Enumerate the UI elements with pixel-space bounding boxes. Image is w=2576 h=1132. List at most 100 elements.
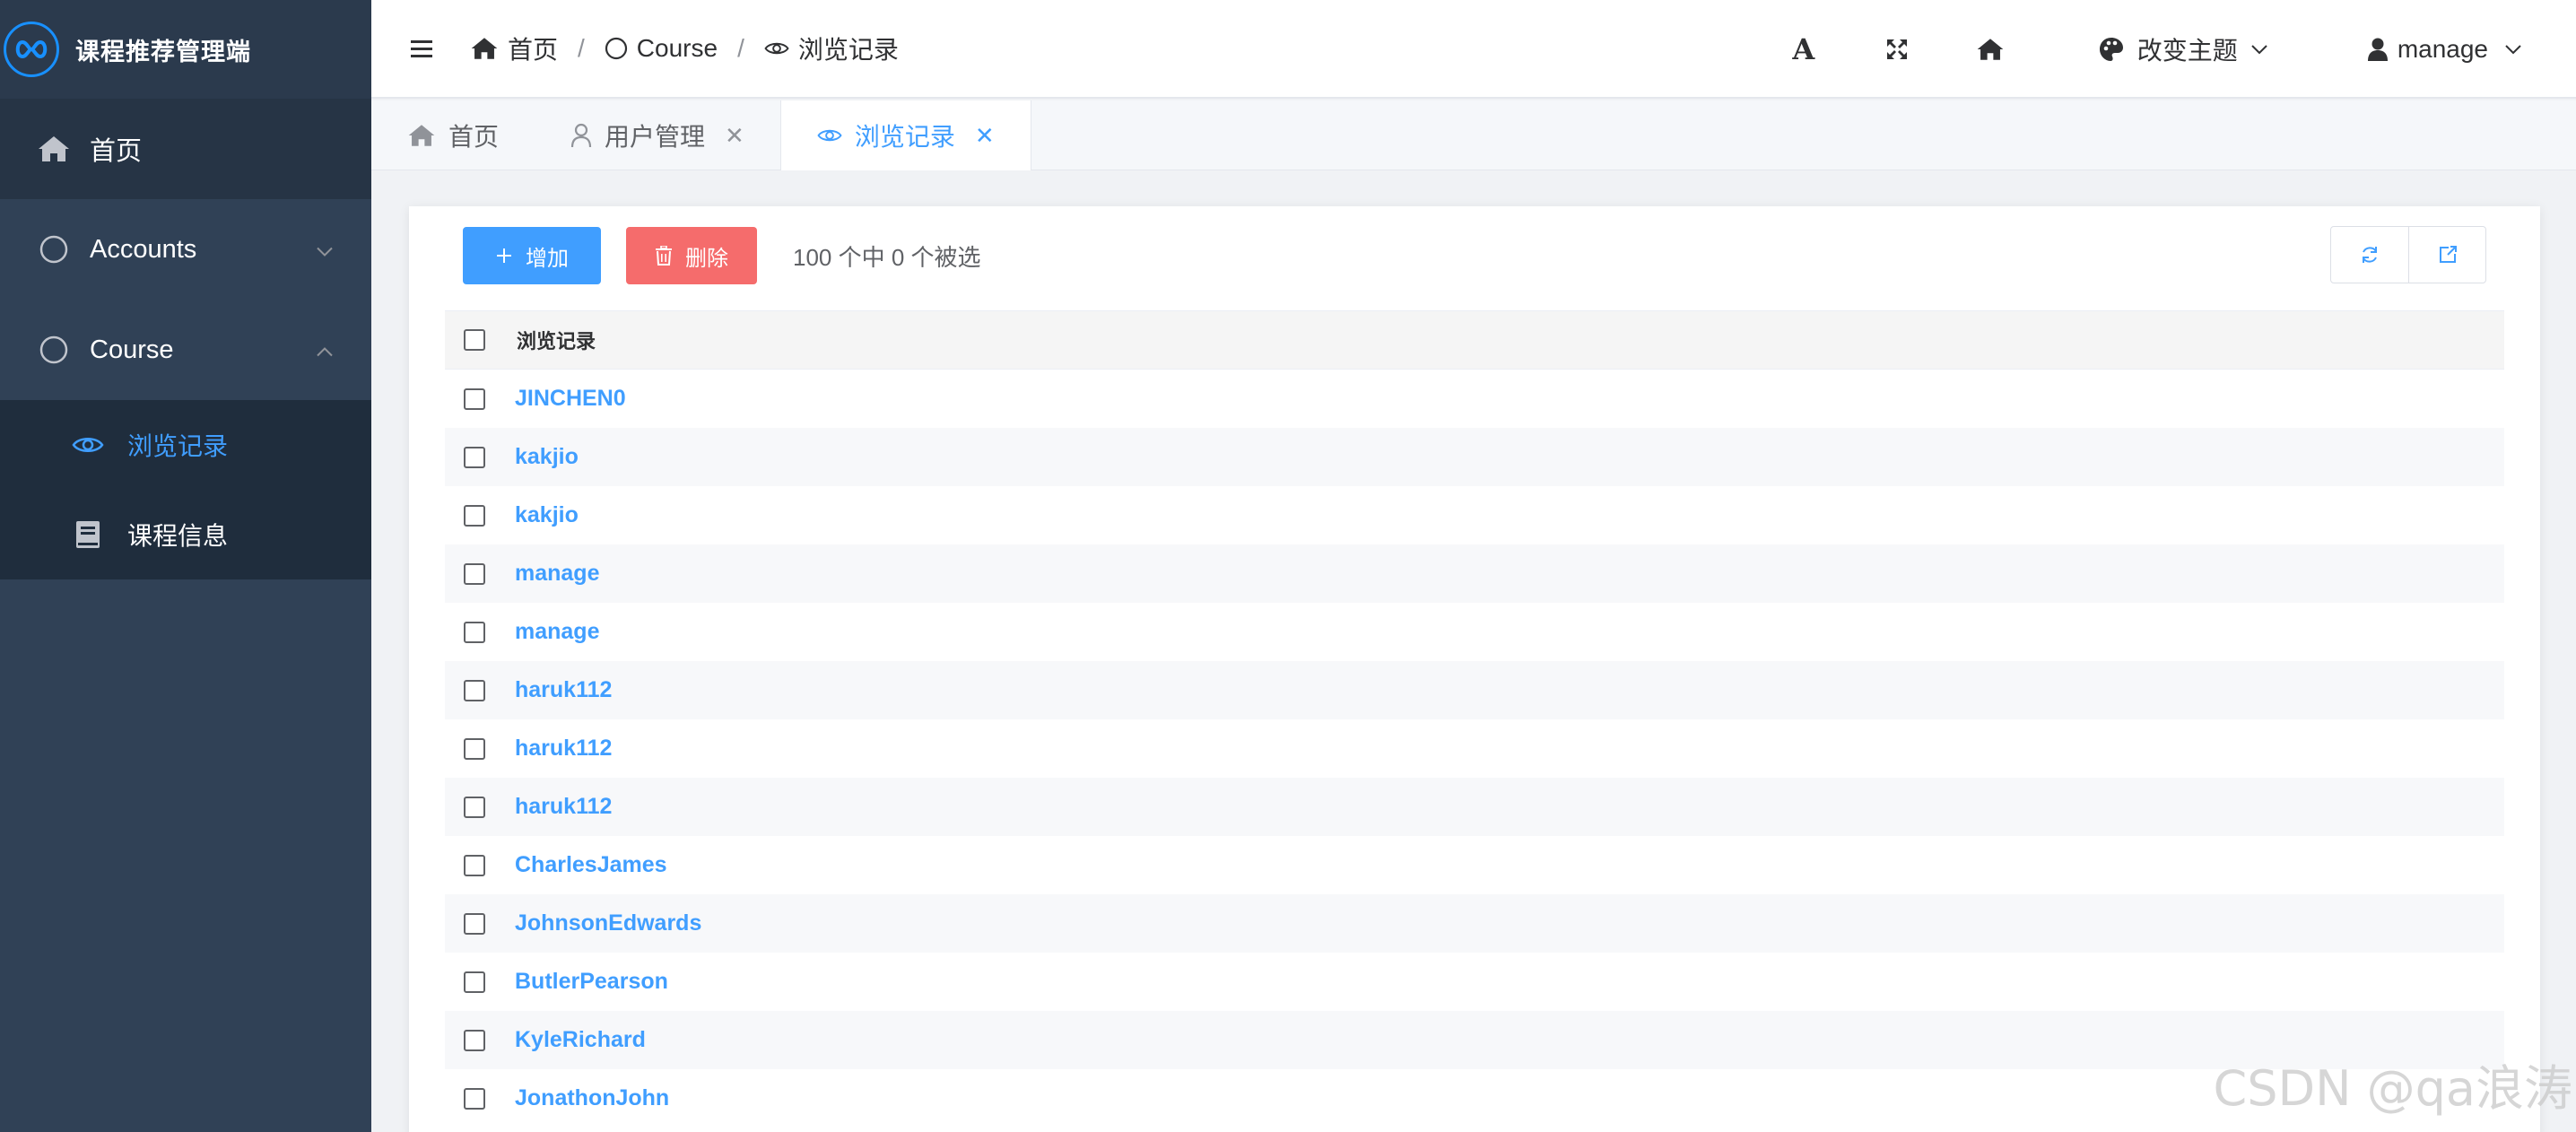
sidebar-item-home[interactable]: 首页	[0, 99, 371, 199]
breadcrumb: 首页 / Course / 浏览记录	[470, 30, 899, 66]
home-icon[interactable]	[1972, 37, 2008, 62]
row-link[interactable]: JINCHEN0	[515, 386, 626, 412]
chevron-down-icon	[2251, 45, 2267, 55]
table-row: KyleRichard	[445, 1011, 2504, 1069]
table-row: ButlerPearson	[445, 953, 2504, 1011]
breadcrumb-separator: /	[737, 34, 744, 62]
row-link[interactable]: haruk112	[515, 677, 612, 703]
row-checkbox[interactable]	[464, 679, 485, 701]
eye-icon	[817, 129, 842, 142]
header-actions: A 改变主题 manage	[1786, 0, 2522, 99]
refresh-button[interactable]	[2331, 227, 2408, 283]
refresh-icon	[2363, 247, 2377, 263]
eye-icon	[72, 434, 104, 456]
user-dropdown[interactable]: manage	[2367, 35, 2522, 64]
course-submenu: 浏览记录 课程信息	[0, 400, 371, 579]
row-link[interactable]: JonathonJohn	[515, 1085, 669, 1111]
circle-icon	[36, 234, 72, 265]
tag-user-management[interactable]: 用户管理 ✕	[535, 100, 780, 170]
row-checkbox[interactable]	[464, 796, 485, 818]
hamburger-icon[interactable]	[409, 38, 434, 59]
plus-icon	[497, 248, 511, 263]
sidebar-item-label: Course	[90, 335, 174, 364]
export-button[interactable]	[2408, 227, 2485, 283]
breadcrumb-item-course[interactable]: Course	[605, 34, 718, 63]
select-all-checkbox[interactable]	[464, 329, 485, 351]
row-link[interactable]: haruk112	[515, 794, 612, 820]
sidebar-item-accounts[interactable]: Accounts	[0, 199, 371, 300]
theme-label: 改变主题	[2137, 37, 2238, 65]
home-icon	[36, 135, 72, 163]
row-checkbox[interactable]	[464, 504, 485, 527]
tag-label: 首页	[448, 123, 500, 151]
brand: 课程推荐管理端	[0, 0, 371, 99]
row-checkbox[interactable]	[464, 912, 485, 935]
row-checkbox[interactable]	[464, 621, 485, 643]
table-row: haruk112	[445, 661, 2504, 719]
sidebar-item-label: 首页	[90, 137, 143, 166]
row-link[interactable]: haruk112	[515, 736, 612, 762]
row-link[interactable]: CharlesJames	[515, 852, 667, 878]
row-link[interactable]: JohnsonEdwards	[515, 910, 701, 936]
row-checkbox[interactable]	[464, 854, 485, 876]
tags-view: 首页 用户管理 ✕ 浏览记录 ✕	[371, 100, 2576, 170]
brand-title: 课程推荐管理端	[75, 38, 251, 65]
row-checkbox[interactable]	[464, 1029, 485, 1051]
row-checkbox[interactable]	[464, 737, 485, 760]
sidebar-item-label: Accounts	[90, 234, 197, 264]
book-icon	[72, 519, 104, 550]
table-row: haruk112	[445, 719, 2504, 778]
selection-info: 100 个中 0 个被选	[793, 243, 981, 271]
table-body: JINCHEN0 kakjio kakjio manage manage haruk112…	[445, 370, 2504, 1128]
row-link[interactable]: manage	[515, 619, 599, 645]
close-icon[interactable]: ✕	[975, 122, 995, 150]
row-checkbox[interactable]	[464, 1087, 485, 1110]
delete-button[interactable]: 删除	[626, 227, 757, 284]
theme-dropdown[interactable]: 改变主题	[2098, 31, 2268, 67]
font-size-icon[interactable]: A	[1786, 32, 1822, 66]
tag-home[interactable]: 首页	[371, 100, 535, 170]
sidebar-item-browse-history[interactable]: 浏览记录	[0, 400, 371, 490]
fullscreen-icon[interactable]	[1879, 37, 1915, 62]
row-checkbox[interactable]	[464, 446, 485, 468]
row-link[interactable]: manage	[515, 561, 599, 587]
table-row: JohnsonEdwards	[445, 894, 2504, 953]
circle-icon	[36, 335, 72, 365]
chevron-up-icon	[316, 335, 334, 365]
sidebar-item-label: 浏览记录	[127, 432, 229, 460]
breadcrumb-item-home[interactable]: 首页	[470, 30, 558, 66]
table-row: CharlesJames	[445, 836, 2504, 894]
table-row: manage	[445, 544, 2504, 603]
table-tools	[2330, 226, 2486, 283]
add-button[interactable]: 增加	[463, 227, 601, 284]
table-row: JINCHEN0	[445, 370, 2504, 428]
tag-label: 浏览记录	[854, 123, 955, 151]
row-checkbox[interactable]	[464, 387, 485, 410]
chevron-down-icon	[2505, 45, 2521, 55]
row-link[interactable]: kakjio	[515, 444, 579, 470]
home-icon	[408, 125, 435, 146]
table-row: kakjio	[445, 428, 2504, 486]
row-checkbox[interactable]	[464, 562, 485, 585]
sidebar-item-course-info[interactable]: 课程信息	[0, 490, 371, 579]
close-icon[interactable]: ✕	[725, 122, 744, 150]
row-link[interactable]: kakjio	[515, 502, 579, 528]
browse-history-table: 浏览记录 JINCHEN0 kakjio kakjio manage manage har…	[445, 310, 2504, 1128]
sidebar: 课程推荐管理端 首页 Accounts Course 浏览记录 课程信息	[0, 0, 371, 1132]
main-card: 增加 删除 100 个中 0 个被选 浏览记录 JINCHEN0 kakjio ka…	[409, 206, 2540, 1132]
sidebar-item-label: 课程信息	[127, 522, 229, 550]
table-row: kakjio	[445, 486, 2504, 544]
breadcrumb-separator: /	[578, 34, 585, 62]
row-link[interactable]: ButlerPearson	[515, 969, 668, 995]
user-name: manage	[2397, 35, 2488, 63]
tag-label: 用户管理	[605, 123, 706, 151]
trash-icon	[656, 246, 672, 266]
row-link[interactable]: KyleRichard	[515, 1027, 646, 1053]
row-checkbox[interactable]	[464, 971, 485, 993]
top-header: 首页 / Course / 浏览记录 A 改变主题 manage	[371, 0, 2576, 99]
palette-icon	[2099, 38, 2123, 61]
table-row: JonathonJohn	[445, 1069, 2504, 1128]
sidebar-item-course[interactable]: Course	[0, 300, 371, 400]
tag-browse-history[interactable]: 浏览记录 ✕	[779, 100, 1031, 170]
eye-icon	[764, 42, 789, 55]
